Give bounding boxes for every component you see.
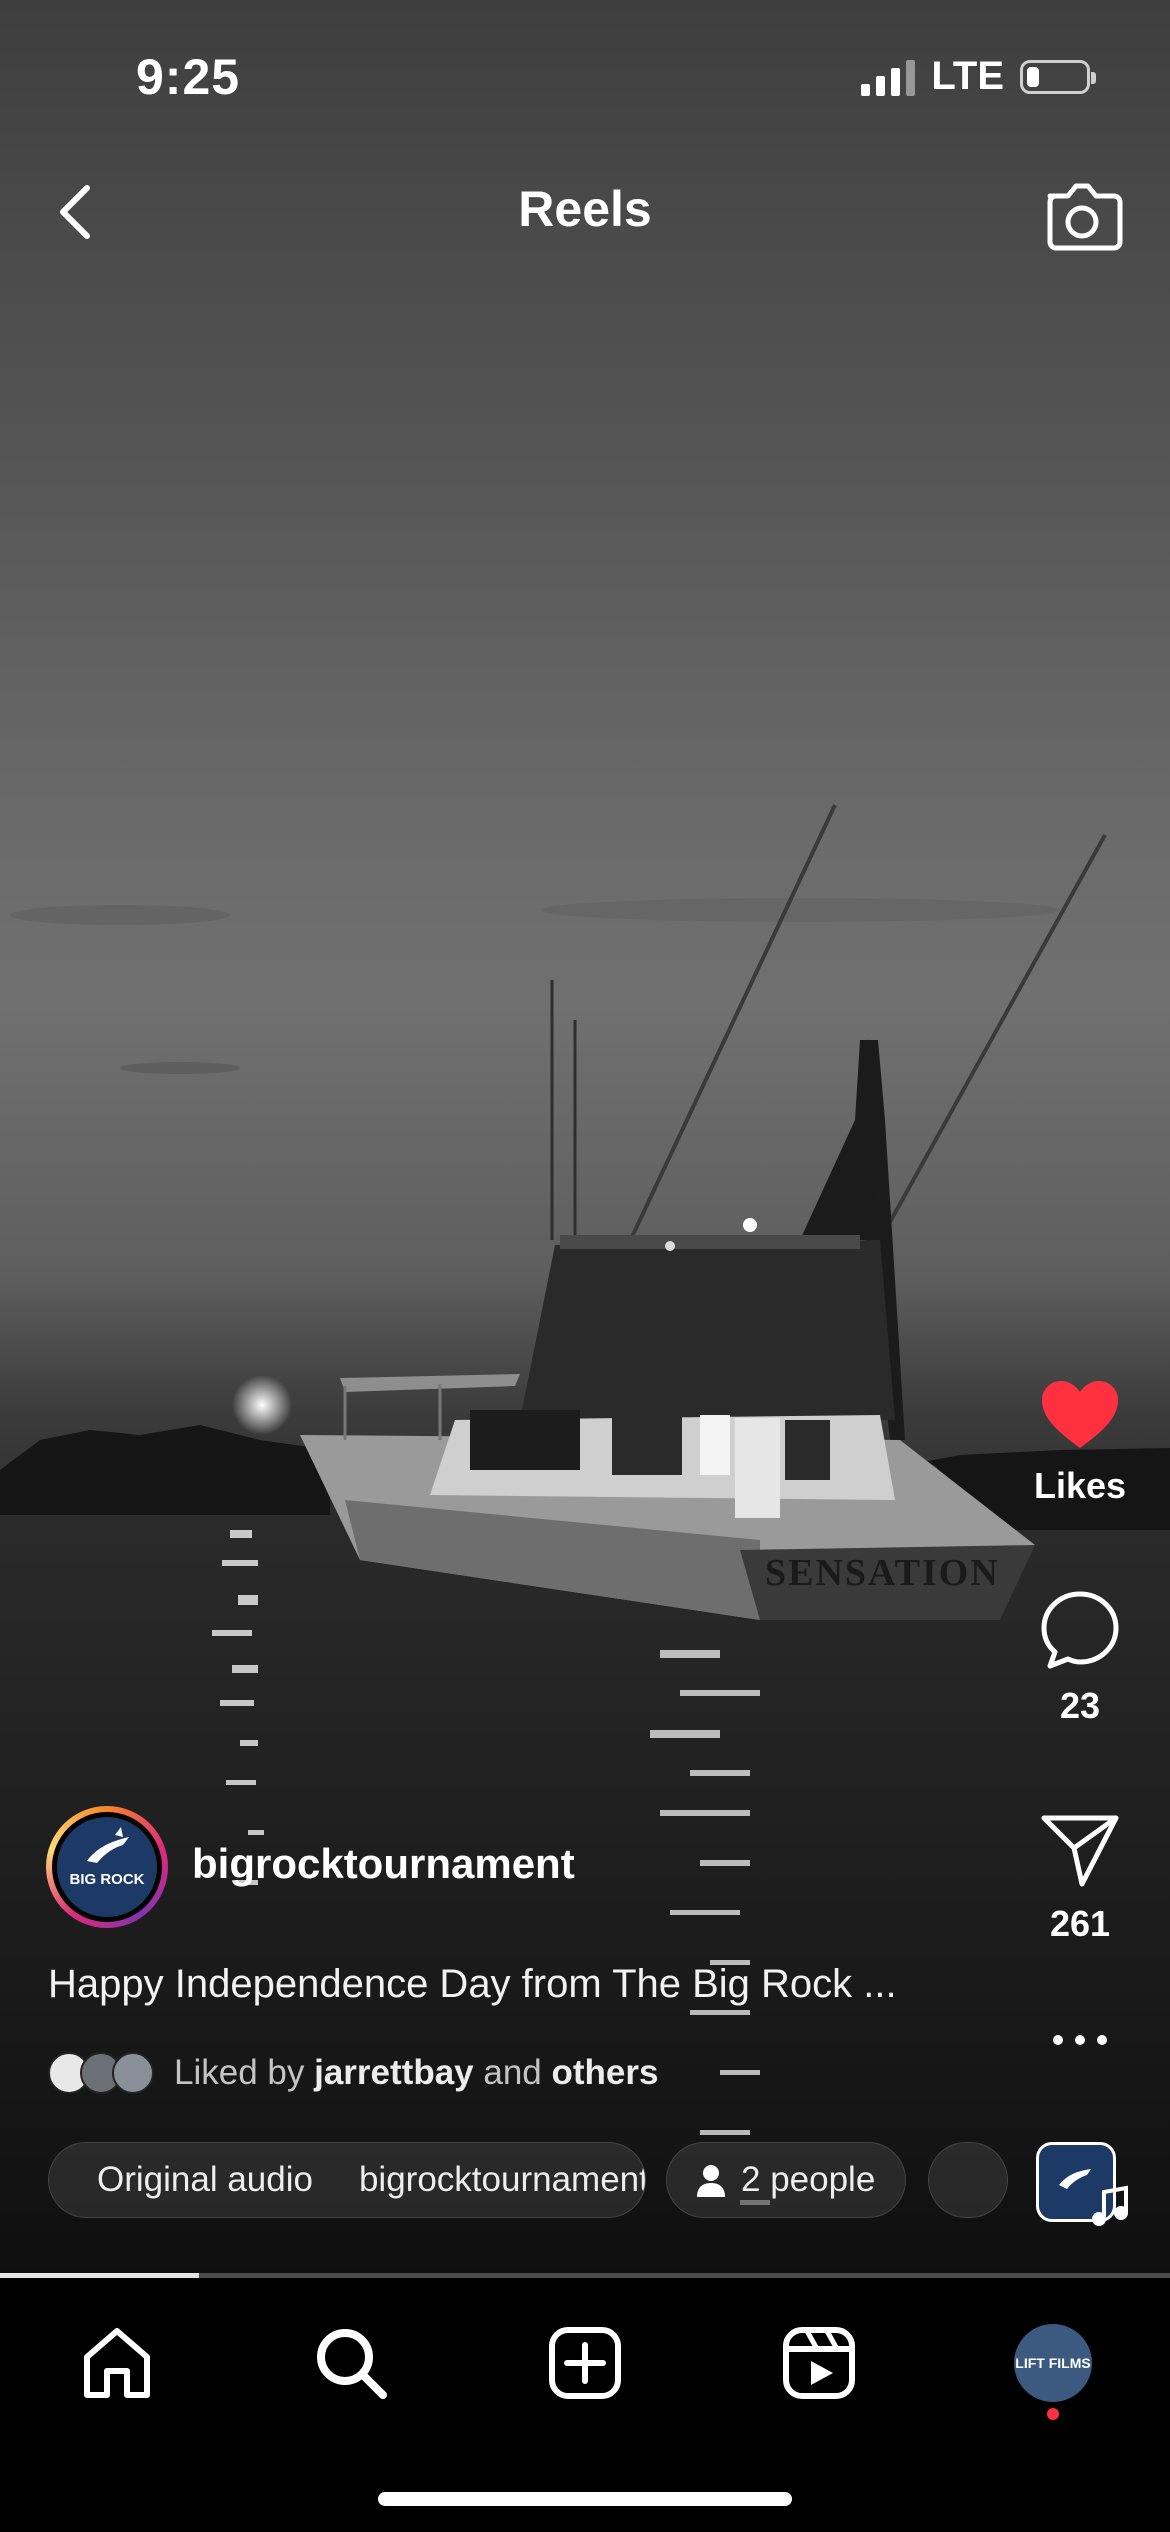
comment-icon xyxy=(1041,1591,1119,1669)
author-avatar[interactable]: BIG ROCK xyxy=(46,1806,168,1928)
page-title: Reels xyxy=(518,181,652,237)
extra-pill[interactable] xyxy=(928,2142,1008,2218)
more-button[interactable] xyxy=(1020,2032,1140,2053)
battery-icon xyxy=(1020,59,1096,94)
status-time: 9:25 xyxy=(136,49,241,105)
create-icon xyxy=(549,2327,621,2399)
profile-avatar: LIFT FILMS xyxy=(1014,2324,1092,2402)
nav-profile[interactable]: LIFT FILMS xyxy=(1008,2318,1098,2408)
profile-notification-dot xyxy=(1047,2408,1059,2420)
search-icon xyxy=(317,2329,387,2399)
liker-avatar xyxy=(112,2052,154,2094)
comment-action[interactable]: 23 xyxy=(1020,1588,1140,1727)
comments-count: 23 xyxy=(1059,1685,1101,1726)
camera-button[interactable] xyxy=(1040,172,1124,256)
network-label: LTE xyxy=(931,54,1004,98)
tagged-people-pill[interactable]: 2 people xyxy=(666,2142,906,2218)
home-icon xyxy=(84,2328,150,2398)
nav-home[interactable] xyxy=(72,2318,162,2408)
share-action[interactable]: 261 xyxy=(1020,1810,1140,1945)
music-note-overlay-icon xyxy=(1092,2185,1128,2226)
status-indicators: LTE xyxy=(861,54,1096,99)
camera-icon xyxy=(1047,183,1123,251)
author-username[interactable]: bigrocktournament xyxy=(192,1840,575,1888)
post-caption[interactable]: Happy Independence Day from The Big Rock… xyxy=(48,1962,897,2007)
audio-label: Original audio xyxy=(97,2160,313,2199)
audio-pill[interactable]: Original audio bigrocktournament xyxy=(48,2142,646,2218)
shares-count: 261 xyxy=(1049,1903,1111,1944)
home-indicator xyxy=(378,2492,792,2506)
liked-by-user[interactable]: jarrettbay xyxy=(314,2053,474,2092)
likes-label: Likes xyxy=(1033,1465,1127,1506)
boat-name: SENSATION xyxy=(765,1552,1000,1594)
avatar-logo-text: BIG ROCK xyxy=(69,1871,145,1888)
nav-search[interactable] xyxy=(306,2318,396,2408)
audio-owner: bigrocktournament xyxy=(358,2160,646,2199)
marlin-logo-icon xyxy=(87,1827,129,1863)
heart-filled-icon xyxy=(1042,1381,1118,1448)
like-action[interactable]: Likes xyxy=(1020,1378,1140,1507)
liked-by-text: Liked by jarrettbay and others xyxy=(174,2053,659,2092)
liked-by-others[interactable]: others xyxy=(552,2053,659,2092)
reels-screen: SENSATION 9:25 LTE Reels Likes 23 261 BI… xyxy=(0,0,1170,2532)
more-horizontal-icon xyxy=(1053,2035,1107,2045)
reel-video[interactable]: SENSATION xyxy=(0,0,1170,2278)
liked-by-row[interactable]: Liked by jarrettbay and others xyxy=(48,2046,658,2100)
reel-video-frame: SENSATION xyxy=(0,804,1170,2278)
person-icon xyxy=(697,2165,725,2197)
nav-create[interactable] xyxy=(540,2318,630,2408)
paper-plane-icon xyxy=(1041,1815,1119,1887)
people-label: 2 people xyxy=(741,2160,876,2199)
nav-reels[interactable] xyxy=(774,2318,864,2408)
signal-icon xyxy=(861,58,916,96)
reels-icon xyxy=(783,2327,855,2399)
